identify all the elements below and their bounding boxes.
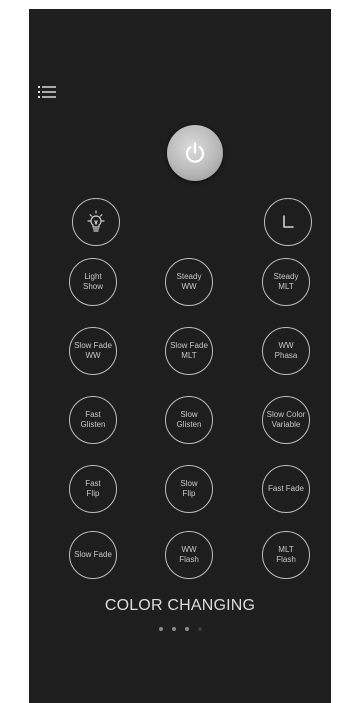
- menu-button[interactable]: [38, 84, 56, 100]
- mode-label: Slow Fade WW: [74, 341, 112, 360]
- mode-label: MLT Flash: [276, 545, 296, 564]
- page-indicator: [29, 627, 331, 631]
- mode-label: Slow Glisten: [176, 410, 202, 429]
- page-dot-3[interactable]: [184, 627, 189, 631]
- power-button[interactable]: [167, 125, 223, 181]
- mode-slow-fade-button[interactable]: Slow Fade: [69, 531, 117, 579]
- mode-fast-flip-button[interactable]: Fast Flip: [69, 465, 117, 513]
- mode-slow-fade-mlt-button[interactable]: Slow Fade MLT: [165, 327, 213, 375]
- mode-mlt-flash-button[interactable]: MLT Flash: [262, 531, 310, 579]
- mode-label: WW Phasa: [274, 341, 298, 360]
- mode-steady-ww-button[interactable]: Steady WW: [165, 258, 213, 306]
- mode-label: Light Show: [82, 272, 103, 291]
- mode-label: Slow Fade: [74, 550, 112, 559]
- mode-slow-color-variable-button[interactable]: Slow Color Variable: [262, 396, 310, 444]
- mode-label: Slow Color Variable: [266, 410, 306, 429]
- mode-slow-fade-ww-button[interactable]: Slow Fade WW: [69, 327, 117, 375]
- mode-light-show-button[interactable]: Light Show: [69, 258, 117, 306]
- mode-label: Steady MLT: [273, 272, 299, 291]
- power-icon: [185, 142, 205, 163]
- mode-fast-fade-button[interactable]: Fast Fade: [262, 465, 310, 513]
- page-dot-1[interactable]: [158, 627, 163, 631]
- mode-label: WW Flash: [179, 545, 199, 564]
- mode-label: Steady WW: [176, 272, 202, 291]
- page-dot-2[interactable]: [171, 627, 176, 631]
- mode-label: Slow Flip: [180, 479, 198, 498]
- mode-label: Slow Fade MLT: [170, 341, 208, 360]
- mode-label: Fast Glisten: [80, 410, 106, 429]
- mode-ww-flash-button[interactable]: WW Flash: [165, 531, 213, 579]
- light-bulb-icon: [87, 210, 105, 232]
- hamburger-list-icon: [38, 86, 56, 98]
- mode-ww-phasa-button[interactable]: WW Phasa: [262, 327, 310, 375]
- mode-label: Fast Flip: [85, 479, 101, 498]
- mode-label: Fast Fade: [267, 484, 304, 493]
- page-title: COLOR CHANGING: [104, 597, 256, 614]
- mode-slow-glisten-button[interactable]: Slow Glisten: [165, 396, 213, 444]
- timer-button[interactable]: [264, 198, 312, 246]
- timer-corner-icon: [283, 215, 294, 228]
- mode-slow-flip-button[interactable]: Slow Flip: [165, 465, 213, 513]
- app-screen: Light Show Steady WW Steady MLT Slow Fad…: [29, 9, 331, 703]
- light-bulb-button[interactable]: [72, 198, 120, 246]
- mode-steady-mlt-button[interactable]: Steady MLT: [262, 258, 310, 306]
- page-dot-4[interactable]: [197, 627, 202, 631]
- mode-fast-glisten-button[interactable]: Fast Glisten: [69, 396, 117, 444]
